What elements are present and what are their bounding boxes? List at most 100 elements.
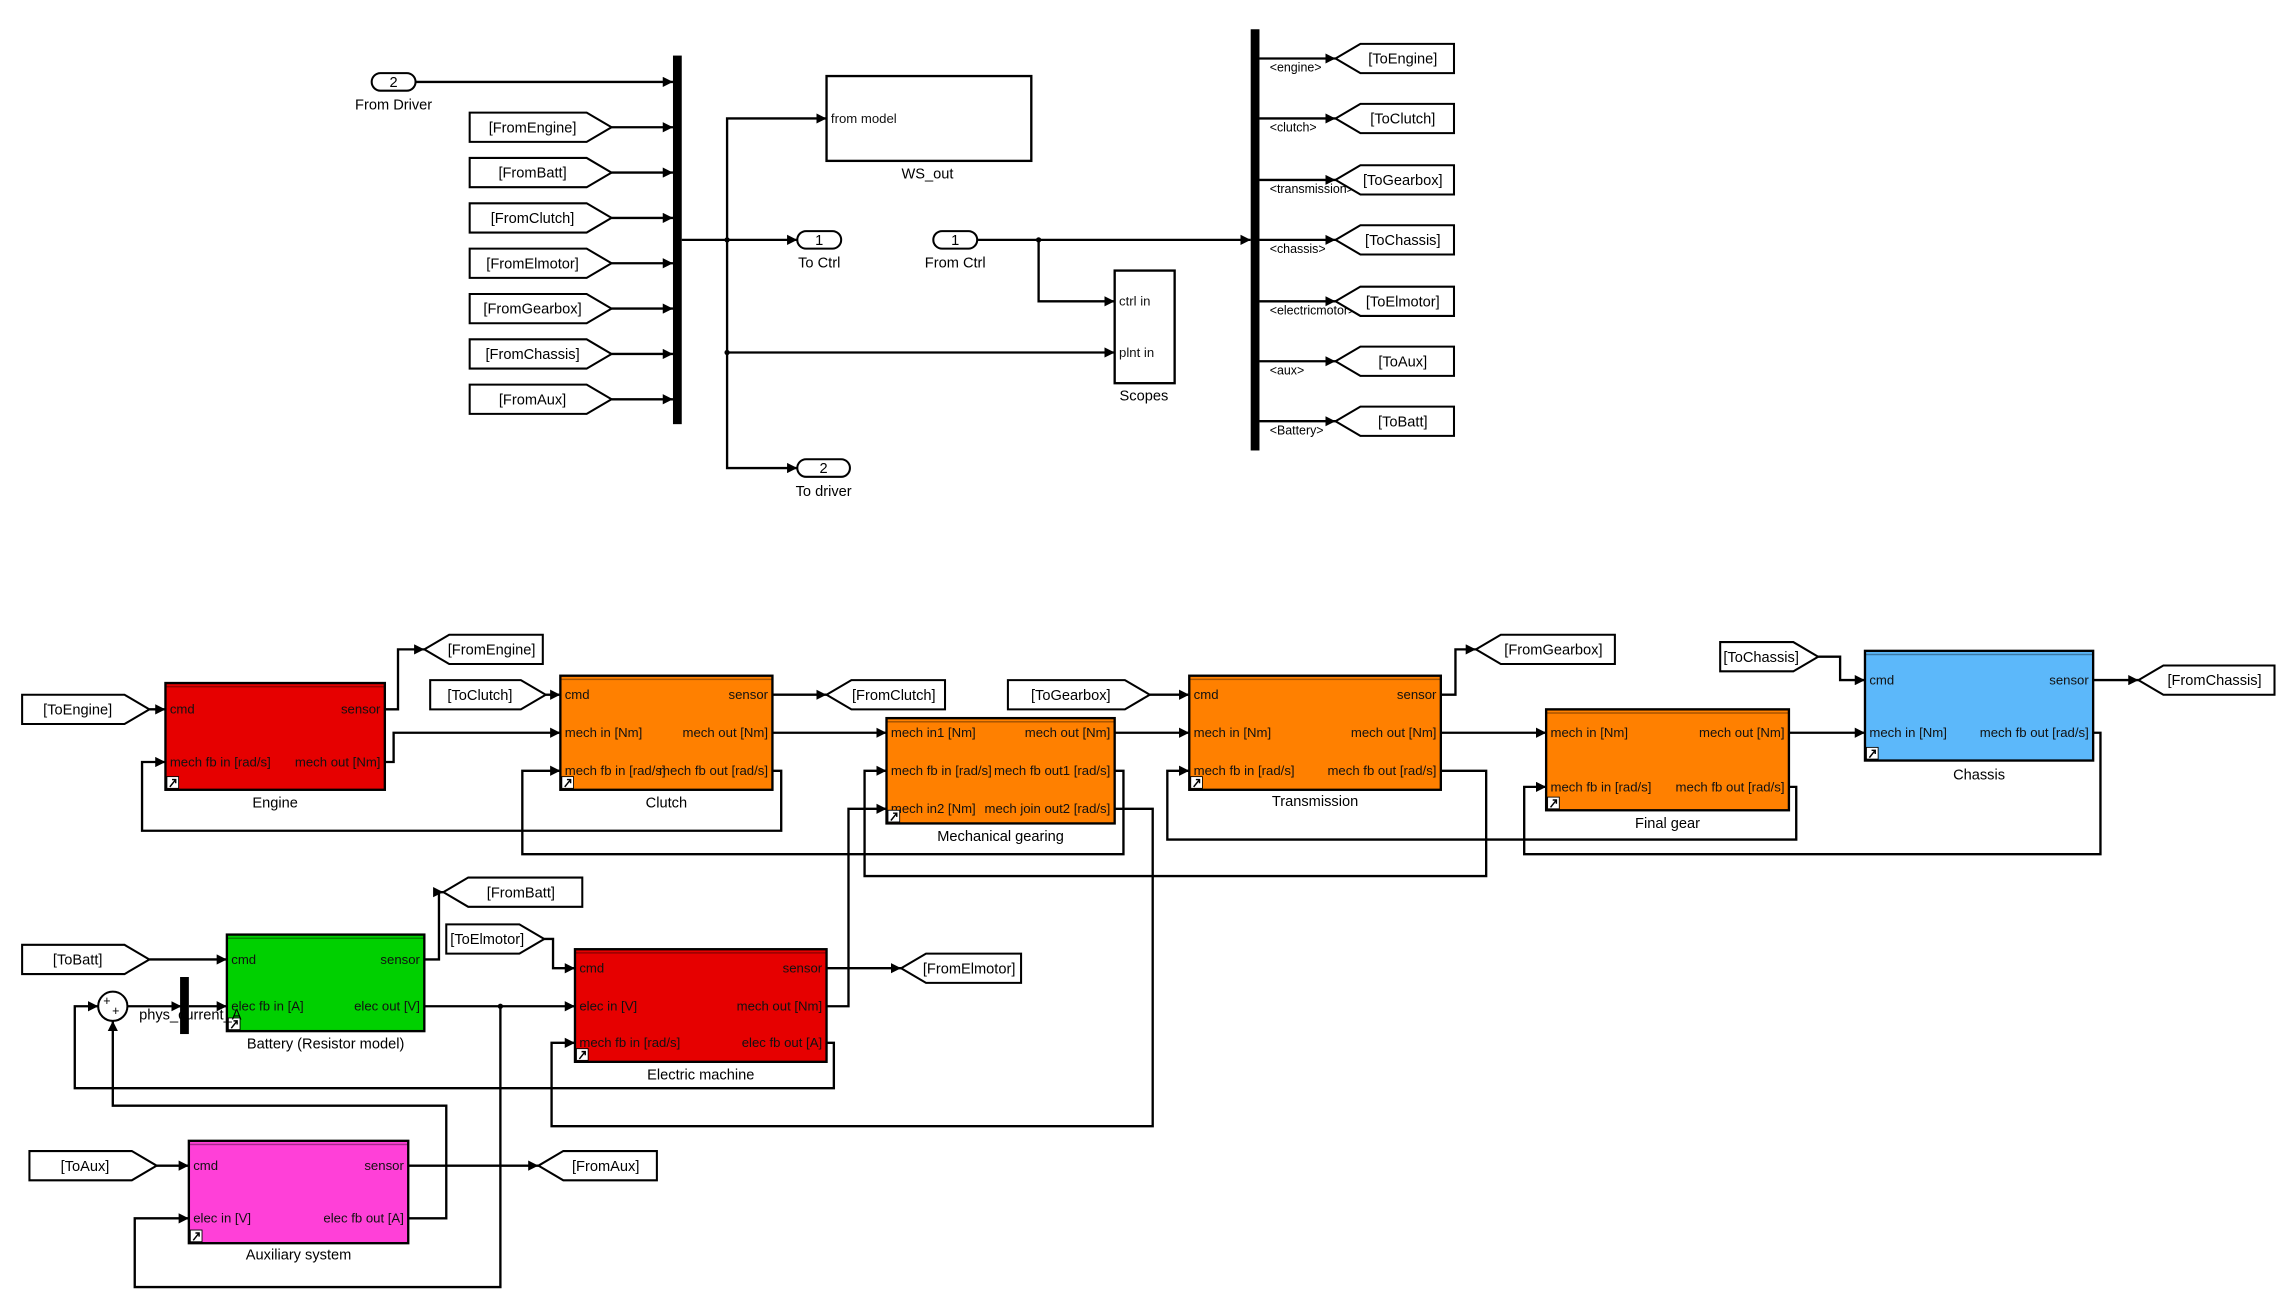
- tag-label: [ToChassis]: [1723, 650, 1799, 666]
- tag-label: [FromGearbox]: [483, 302, 581, 318]
- from-tag-tochassis[interactable]: [ToChassis]: [1719, 641, 1821, 673]
- goto-tag-3[interactable]: [ToChassis]: [1333, 224, 1456, 256]
- signal-line[interactable]: [1037, 239, 1115, 307]
- signal-line[interactable]: [1440, 644, 1476, 696]
- signal-line[interactable]: [424, 887, 444, 961]
- goto-tag-fromchassis[interactable]: [FromChassis]: [2136, 664, 2276, 696]
- link-arrow-icon: [576, 1048, 589, 1061]
- tag-label: [ToGearbox]: [1363, 173, 1443, 189]
- tag-label: [FromClutch]: [491, 211, 575, 227]
- subsystem-chassis[interactable]: cmd mech in [Nm] sensor mech fb out [rad/s]…: [1863, 649, 2095, 784]
- bus-selector[interactable]: [1250, 29, 1260, 451]
- link-arrow-icon: [166, 776, 180, 789]
- goto-tag-0[interactable]: [ToEngine]: [1333, 42, 1456, 75]
- from-tag-5[interactable]: [FromChassis]: [468, 338, 614, 370]
- goto-tag-1[interactable]: [ToClutch]: [1333, 102, 1456, 135]
- goto-tag-fromelmotor[interactable]: [FromElmotor]: [899, 952, 1023, 984]
- signal-line[interactable]: [384, 727, 561, 764]
- goto-tag-6[interactable]: [ToBatt]: [1333, 405, 1456, 437]
- port-label: From Driver: [355, 98, 432, 114]
- tag-label: [FromChassis]: [485, 347, 579, 363]
- port-label: To driver: [796, 484, 852, 500]
- signal-line[interactable]: [544, 937, 575, 974]
- output-port-label: sensor: [341, 702, 381, 717]
- output-port-label: sensor: [1397, 687, 1437, 702]
- input-port-label: mech fb in [rad/s]: [1551, 779, 1652, 794]
- tag-label: [ToEngine]: [43, 702, 112, 718]
- input-port-label: cmd: [231, 952, 256, 967]
- simulink-diagram-canvas[interactable]: 2 From Driver [FromEngine] [FromBatt] [FromC…: [0, 0, 2282, 1290]
- tag-label: [FromBatt]: [498, 166, 566, 182]
- from-tag-2[interactable]: [FromClutch]: [468, 202, 614, 234]
- from-tag-4[interactable]: [FromGearbox]: [468, 292, 614, 325]
- from-tag-toaux[interactable]: [ToAux]: [28, 1150, 159, 1182]
- from-tag-toengine[interactable]: [ToEngine]: [21, 693, 152, 726]
- goto-tag-fromengine[interactable]: [FromEngine]: [422, 633, 544, 666]
- input-port-label: elec fb in [A]: [231, 999, 303, 1014]
- tag-label: [FromElmotor]: [923, 961, 1016, 977]
- block-label: Clutch: [646, 795, 687, 811]
- block-label: Auxiliary system: [246, 1247, 352, 1263]
- tag-label: [ToElmotor]: [450, 932, 524, 948]
- goto-tag-fromaux[interactable]: [FromAux]: [536, 1150, 658, 1182]
- port-number: 2: [390, 75, 398, 91]
- subsystem-engine[interactable]: cmd mech fb in [rad/s] sensor mech out [Nm]…: [164, 681, 387, 811]
- signal-line[interactable]: [1818, 655, 1865, 686]
- subsystem-aux[interactable]: cmd elec in [V] sensor elec fb out [A] Auxil…: [187, 1139, 410, 1263]
- output-port-label: mech fb out [rad/s]: [1676, 779, 1785, 794]
- goto-tag-fromclutch[interactable]: [FromClutch]: [824, 679, 947, 711]
- scopes-block[interactable]: ctrl in plnt in Scopes: [1113, 269, 1176, 405]
- output-port-label: mech out [Nm]: [1025, 725, 1111, 740]
- from-tag-3[interactable]: [FromElmotor]: [468, 247, 614, 279]
- goto-tag-frombatt[interactable]: [FromBatt]: [441, 876, 584, 908]
- link-arrow-icon: [1866, 746, 1879, 760]
- tag-label: [ToAux]: [1378, 354, 1427, 370]
- inport-from-ctrl[interactable]: 1 From Ctrl: [925, 230, 986, 272]
- bus-creator[interactable]: [672, 55, 682, 425]
- goto-tag-4[interactable]: [ToElmotor]: [1333, 285, 1456, 317]
- input-port-label: cmd: [579, 961, 604, 976]
- input-port-label: mech fb in [rad/s]: [891, 763, 992, 778]
- tag-label: [ToBatt]: [1378, 414, 1428, 430]
- output-port-label: elec out [V]: [354, 999, 420, 1014]
- ws-out-block[interactable]: from model WS_out: [825, 74, 1033, 182]
- from-tag-6[interactable]: [FromAux]: [468, 383, 614, 415]
- subsystem-battery[interactable]: cmd elec fb in [A] sensor elec out [V] Batte…: [225, 933, 426, 1053]
- inport-from-driver[interactable]: 2 From Driver: [355, 72, 432, 114]
- subsystem-final-gear[interactable]: mech in [Nm] mech fb in [rad/s] mech out […: [1544, 708, 1791, 832]
- signal-line[interactable]: [725, 113, 827, 240]
- output-port-label: sensor: [2049, 672, 2089, 687]
- outport-to-ctrl[interactable]: 1 To Ctrl: [796, 230, 843, 272]
- subsystem-mech-gearing[interactable]: mech in1 [Nm] mech fb in [rad/s] mech in2 …: [885, 716, 1116, 845]
- block-label: Electric machine: [647, 1067, 754, 1083]
- from-tag-1[interactable]: [FromBatt]: [468, 156, 614, 189]
- sum-block[interactable]: ++: [97, 990, 129, 1022]
- from-tag-toelmotor[interactable]: [ToElmotor]: [445, 923, 547, 955]
- signal-line[interactable]: [826, 803, 887, 1008]
- tag-label: [ToEngine]: [1368, 52, 1437, 68]
- port-number: 2: [820, 461, 828, 477]
- from-tag-tobatt[interactable]: [ToBatt]: [21, 943, 152, 976]
- from-tag-0[interactable]: [FromEngine]: [468, 111, 614, 143]
- output-port-label: mech out [Nm]: [682, 725, 768, 740]
- block-label: WS_out: [901, 166, 953, 182]
- from-tag-toclutch[interactable]: [ToClutch]: [429, 679, 548, 711]
- input-port-label: mech fb in [rad/s]: [1194, 763, 1295, 778]
- goto-tag-fromgearbox[interactable]: [FromGearbox]: [1473, 633, 1616, 666]
- mux-block[interactable]: [180, 977, 189, 1035]
- outport-to-driver[interactable]: 2 To driver: [796, 458, 852, 500]
- input-port-label: cmd: [1869, 672, 1894, 687]
- signal-line[interactable]: [725, 239, 798, 474]
- subsystem-transmission[interactable]: cmd mech in [Nm] mech fb in [rad/s] sensor m…: [1188, 674, 1442, 810]
- signal-line[interactable]: [384, 644, 425, 711]
- signal-lines: [73, 53, 2139, 1289]
- output-port-label: mech fb out [rad/s]: [1980, 725, 2089, 740]
- goto-tag-2[interactable]: [ToGearbox]: [1333, 164, 1456, 196]
- input-port-label: cmd: [193, 1158, 218, 1173]
- subsystem-clutch[interactable]: cmd mech in [Nm] mech fb in [rad/s] sensor m…: [559, 674, 774, 812]
- from-tag-togearbox[interactable]: [ToGearbox]: [1006, 679, 1152, 711]
- goto-tag-5[interactable]: [ToAux]: [1333, 345, 1456, 377]
- input-port-label: mech in2 [Nm]: [891, 801, 976, 816]
- subsystem-electric-machine[interactable]: cmd elec in [V] mech fb in [rad/s] sensor me…: [573, 948, 828, 1083]
- input-port-label: mech in1 [Nm]: [891, 725, 976, 740]
